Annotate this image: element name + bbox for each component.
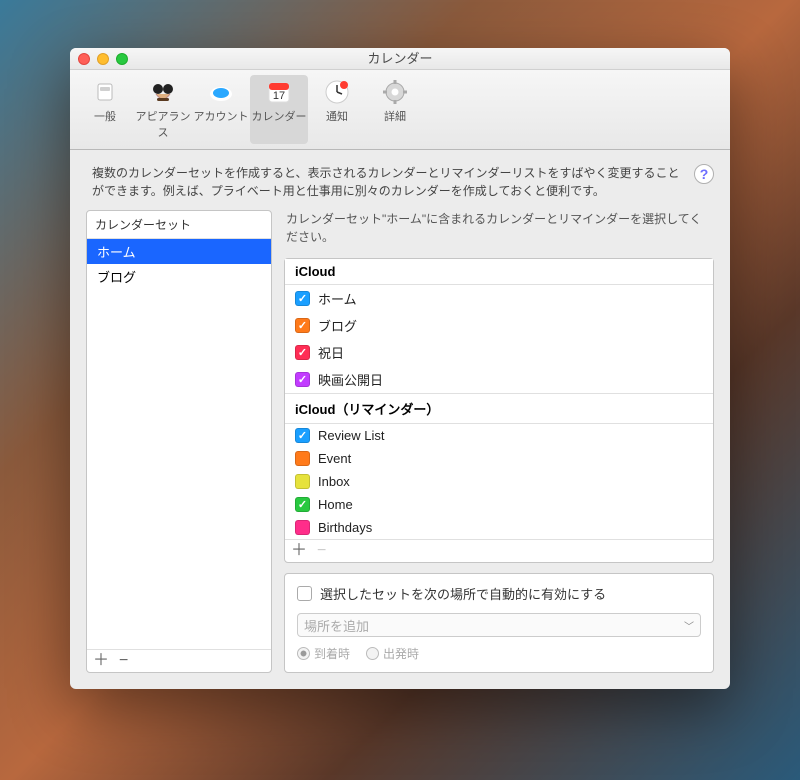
sets-footer: ＋ − — [87, 649, 271, 672]
right-description: カレンダーセット"ホーム"に含まれるカレンダーとリマインダーを選択してください。 — [284, 210, 714, 248]
add-set-button[interactable]: ＋ — [93, 652, 109, 670]
tab-alerts[interactable]: 通知 — [308, 75, 366, 144]
tab-label: アピアランス — [134, 108, 192, 140]
calendar-row[interactable]: Inbox — [285, 470, 713, 493]
content-area: 複数のカレンダーセットを作成すると、表示されるカレンダーとリマインダーリストをす… — [70, 150, 730, 689]
cloud-icon — [192, 77, 250, 107]
chevron-down-icon: ﹀ — [684, 618, 694, 633]
calendar-label: Review List — [318, 428, 384, 443]
calendar-checkbox[interactable] — [295, 520, 310, 535]
sets-header: カレンダーセット — [87, 211, 271, 239]
notification-icon — [308, 77, 366, 107]
close-icon[interactable] — [78, 53, 90, 65]
calendar-row[interactable]: Event — [285, 447, 713, 470]
calendar-row[interactable]: ✓ ブログ — [285, 312, 713, 339]
tab-appearance[interactable]: アピアランス — [134, 75, 192, 144]
traffic-lights — [78, 53, 128, 65]
calendar-list-footer: ＋ − — [285, 539, 713, 562]
calendar-row[interactable]: Birthdays — [285, 516, 713, 539]
calendar-checkbox[interactable] — [295, 451, 310, 466]
calendar-list: iCloud ✓ ホーム ✓ ブログ ✓ 祝日 ✓ 映画公開日 iCloud（リマインダー） ✓ Re… — [284, 258, 714, 563]
calendar-set-row[interactable]: ブログ — [87, 264, 271, 289]
calendar-row[interactable]: ✓ Home — [285, 493, 713, 516]
location-combo[interactable]: 場所を追加 ﹀ — [297, 613, 701, 637]
calendar-row[interactable]: ✓ 映画公開日 — [285, 366, 713, 393]
calendar-row[interactable]: ✓ ホーム — [285, 285, 713, 312]
calendar-label: ホーム — [318, 289, 357, 308]
location-placeholder: 場所を追加 — [304, 616, 369, 635]
calendar-checkbox[interactable]: ✓ — [295, 372, 310, 387]
calendar-checkbox[interactable]: ✓ — [295, 318, 310, 333]
calendar-label: Event — [318, 451, 351, 466]
radio-depart-label: 出発時 — [383, 645, 419, 662]
auto-enable-checkbox[interactable] — [297, 586, 312, 601]
calendar-row[interactable]: ✓ 祝日 — [285, 339, 713, 366]
calendar-label: Inbox — [318, 474, 350, 489]
auto-enable-label: 選択したセットを次の場所で自動的に有効にする — [320, 584, 606, 603]
calendar-group-header: iCloud（リマインダー） — [285, 393, 713, 424]
tab-label: 一般 — [76, 108, 134, 124]
minimize-icon[interactable] — [97, 53, 109, 65]
tab-label: 詳細 — [366, 108, 424, 124]
description-text: 複数のカレンダーセットを作成すると、表示されるカレンダーとリマインダーリストをす… — [86, 162, 714, 210]
switch-icon — [76, 77, 134, 107]
calendar-set-row[interactable]: ホーム — [87, 239, 271, 264]
calendar-label: ブログ — [318, 316, 357, 335]
preferences-toolbar: 一般 アピアランス アカウント 17 カレンダー 通知 — [70, 70, 730, 150]
calendar-label: 祝日 — [318, 343, 344, 362]
tab-label: カレンダー — [250, 108, 308, 124]
calendar-sets-list: カレンダーセット ホームブログ ＋ − — [86, 210, 272, 673]
window-title: カレンダー — [367, 51, 432, 66]
auto-enable-box: 選択したセットを次の場所で自動的に有効にする 場所を追加 ﹀ 到着時 — [284, 573, 714, 673]
tab-calendars[interactable]: 17 カレンダー — [250, 75, 308, 144]
calendar-checkbox[interactable]: ✓ — [295, 428, 310, 443]
remove-set-button[interactable]: − — [119, 652, 128, 670]
calendar-row[interactable]: ✓ Review List — [285, 424, 713, 447]
help-button[interactable]: ? — [694, 164, 714, 184]
calendar-checkbox[interactable] — [295, 474, 310, 489]
calendar-label: Birthdays — [318, 520, 372, 535]
titlebar[interactable]: カレンダー — [70, 48, 730, 70]
radio-arrive-label: 到着時 — [314, 645, 350, 662]
zoom-icon[interactable] — [116, 53, 128, 65]
tab-label: 通知 — [308, 108, 366, 124]
add-calendar-button[interactable]: ＋ — [291, 542, 307, 560]
tab-accounts[interactable]: アカウント — [192, 75, 250, 144]
calendar-icon: 17 — [250, 77, 308, 107]
calendar-label: Home — [318, 497, 353, 512]
svg-text:17: 17 — [273, 90, 285, 102]
tab-label: アカウント — [192, 108, 250, 124]
glasses-nose-icon — [134, 77, 192, 107]
calendar-checkbox[interactable]: ✓ — [295, 345, 310, 360]
calendar-checkbox[interactable]: ✓ — [295, 497, 310, 512]
remove-calendar-button[interactable]: − — [317, 542, 326, 560]
calendar-label: 映画公開日 — [318, 370, 383, 389]
calendar-group-header: iCloud — [285, 259, 713, 285]
radio-depart[interactable]: 出発時 — [366, 645, 419, 662]
preferences-window: カレンダー 一般 アピアランス アカウント 17 カレンダー — [70, 48, 730, 689]
radio-arrive[interactable]: 到着時 — [297, 645, 350, 662]
calendar-checkbox[interactable]: ✓ — [295, 291, 310, 306]
tab-advanced[interactable]: 詳細 — [366, 75, 424, 144]
radio-dot-icon — [297, 647, 310, 660]
tab-general[interactable]: 一般 — [76, 75, 134, 144]
gear-icon — [366, 77, 424, 107]
radio-dot-icon — [366, 647, 379, 660]
description-label: 複数のカレンダーセットを作成すると、表示されるカレンダーとリマインダーリストをす… — [92, 166, 680, 198]
